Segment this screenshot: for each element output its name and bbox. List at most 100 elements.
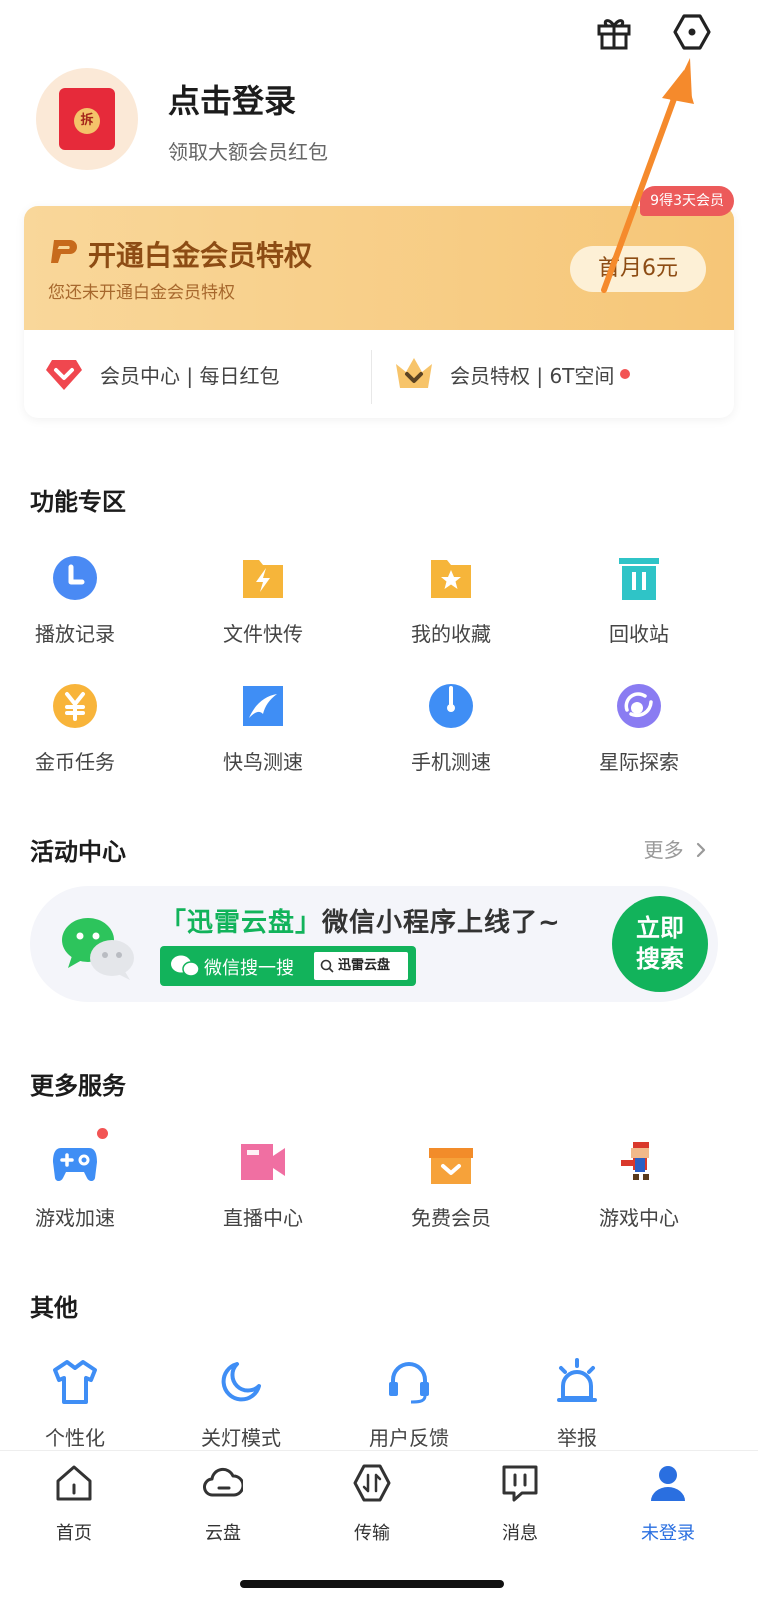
banner-title-highlight: 「迅雷云盘」 xyxy=(160,908,323,938)
grid-item-label: 回收站 xyxy=(609,622,669,646)
tab-label: 云盘 xyxy=(205,1523,241,1544)
wechat-small-icon xyxy=(171,955,200,977)
chevron-right-icon xyxy=(696,842,706,858)
wechat-icon xyxy=(62,918,134,980)
button-line-2: 搜索 xyxy=(636,945,684,973)
grid-item-recycle-bin[interactable]: 回收站 xyxy=(564,554,714,664)
grid-item-label: 游戏中心 xyxy=(599,1206,679,1230)
gift-icon[interactable] xyxy=(592,10,636,54)
grid-item-label: 个性化 xyxy=(45,1426,105,1450)
red-envelope-icon: 拆 xyxy=(59,88,115,150)
grid-item-interstellar[interactable]: 星际探索 xyxy=(564,682,714,792)
grid-item-label: 直播中心 xyxy=(223,1206,303,1230)
grid-item-game-center[interactable]: 游戏中心 xyxy=(564,1138,714,1248)
grid-item-free-vip[interactable]: 免费会员 xyxy=(376,1138,526,1248)
member-center-label: 会员中心 | 每日红包 xyxy=(100,363,280,388)
grid-item-file-transfer[interactable]: 文件快传 xyxy=(188,554,338,664)
grid-item-label: 金币任务 xyxy=(35,750,115,774)
tab-messages[interactable]: 消息 xyxy=(460,1461,580,1551)
bird-speed-icon xyxy=(243,686,283,726)
vip-badge: 9得3天会员 xyxy=(640,186,734,216)
grid-item-label: 星际探索 xyxy=(599,750,679,774)
vip-title: 开通白金会员特权 xyxy=(88,239,313,272)
coin-yen-icon xyxy=(53,684,97,728)
grid-item-label: 关灯模式 xyxy=(201,1426,281,1450)
headset-icon xyxy=(389,1362,429,1404)
button-line-1: 立即 xyxy=(636,914,684,942)
grid-item-label: 我的收藏 xyxy=(411,622,491,646)
wechat-search-label: 微信搜一搜 xyxy=(204,958,294,979)
grid-item-bird-speed[interactable]: 快鸟测速 xyxy=(188,682,338,792)
tab-home[interactable]: 首页 xyxy=(14,1461,134,1551)
cloud-icon xyxy=(203,1467,243,1497)
user-icon xyxy=(651,1466,685,1501)
banner-title-rest: 微信小程序上线了~ xyxy=(322,908,561,938)
more-link[interactable]: 更多 xyxy=(644,834,708,863)
wechat-search-bar: 微信搜一搜 迅雷云盘 xyxy=(160,946,416,986)
grid-item-play-history[interactable]: 播放记录 xyxy=(0,554,150,664)
vip-card: 开通白金会员特权 您还未开通白金会员特权 首月6元 9得3天会员 会员中心 | … xyxy=(24,186,734,418)
grid-item-label: 举报 xyxy=(557,1426,597,1450)
member-center-link[interactable]: 会员中心 | 每日红包 xyxy=(44,330,279,418)
grid-item-label: 游戏加速 xyxy=(35,1206,115,1230)
tab-profile[interactable]: 未登录 xyxy=(608,1461,728,1551)
vip-links: 会员中心 | 每日红包 会员特权 | 6T空间 xyxy=(24,330,734,418)
search-box: 迅雷云盘 xyxy=(314,952,408,980)
tab-label: 未登录 xyxy=(641,1523,695,1544)
services-title: 更多服务 xyxy=(30,1072,126,1100)
vip-open-button[interactable]: 首月6元 xyxy=(570,246,706,292)
transfer-icon xyxy=(353,1464,391,1502)
grid-item-game-boost[interactable]: 游戏加速 xyxy=(0,1128,150,1248)
top-bar xyxy=(0,0,758,62)
moon-icon xyxy=(221,1362,261,1402)
grid-item-label: 免费会员 xyxy=(411,1206,491,1230)
member-privilege-link[interactable]: 会员特权 | 6T空间 xyxy=(394,330,631,418)
avatar[interactable]: 拆 xyxy=(36,68,138,170)
search-icon xyxy=(320,959,334,973)
tab-transfer[interactable]: 传输 xyxy=(312,1461,432,1551)
gift-box-icon xyxy=(429,1148,473,1184)
grid-item-favorites[interactable]: 我的收藏 xyxy=(376,554,526,664)
login-subtitle: 领取大额会员红包 xyxy=(168,140,328,164)
grid-item-phone-speed[interactable]: 手机测速 xyxy=(376,682,526,792)
planet-explore-icon xyxy=(617,684,661,728)
search-box-text: 迅雷云盘 xyxy=(338,958,391,973)
settings-hexagon-icon[interactable] xyxy=(670,10,714,54)
tshirt-icon xyxy=(53,1360,97,1404)
activity-title: 活动中心 xyxy=(30,838,126,866)
notification-dot xyxy=(620,369,631,379)
home-indicator xyxy=(240,1580,504,1588)
grid-item-label: 文件快传 xyxy=(223,622,303,646)
alarm-icon xyxy=(557,1358,597,1402)
grid-item-label: 手机测速 xyxy=(411,750,491,774)
grid-item-label: 播放记录 xyxy=(35,622,115,646)
phone-speed-icon xyxy=(429,684,473,728)
notification-dot xyxy=(97,1128,108,1139)
trash-icon xyxy=(619,558,659,600)
tab-cloud[interactable]: 云盘 xyxy=(163,1461,283,1551)
bottom-tab-bar: 首页 云盘 传输 消息 未登录 xyxy=(0,1450,758,1600)
activity-banner[interactable]: 「迅雷云盘」微信小程序上线了~ 微信搜一搜 迅雷云盘 立即 搜索 xyxy=(30,886,718,1002)
grid-item-live-center[interactable]: 直播中心 xyxy=(188,1138,338,1248)
history-clock-icon xyxy=(53,556,97,600)
mario-icon xyxy=(621,1142,649,1180)
grid-item-coin-tasks[interactable]: 金币任务 xyxy=(0,682,150,792)
more-label: 更多 xyxy=(643,838,684,862)
login-title[interactable]: 点击登录 xyxy=(168,76,296,122)
folder-star-icon xyxy=(431,560,471,598)
features-title: 功能专区 xyxy=(30,488,126,516)
home-icon xyxy=(56,1465,92,1501)
vip-banner[interactable]: 开通白金会员特权 您还未开通白金会员特权 首月6元 xyxy=(24,206,734,330)
profile-header[interactable]: 拆 点击登录 领取大额会员红包 xyxy=(36,64,722,176)
crown-icon xyxy=(396,358,432,388)
member-privilege-label: 会员特权 | 6T空间 xyxy=(450,363,615,388)
folder-lightning-icon xyxy=(243,560,283,598)
divider xyxy=(371,350,372,404)
search-now-button[interactable]: 立即 搜索 xyxy=(612,896,708,992)
banner-title: 「迅雷云盘」微信小程序上线了~ xyxy=(160,902,561,939)
grid-item-label: 快鸟测速 xyxy=(223,750,303,774)
vip-subtitle: 您还未开通白金会员特权 xyxy=(48,283,235,303)
message-icon xyxy=(502,1465,538,1502)
red-gem-icon xyxy=(46,360,82,390)
grid-item-label: 用户反馈 xyxy=(369,1426,449,1450)
